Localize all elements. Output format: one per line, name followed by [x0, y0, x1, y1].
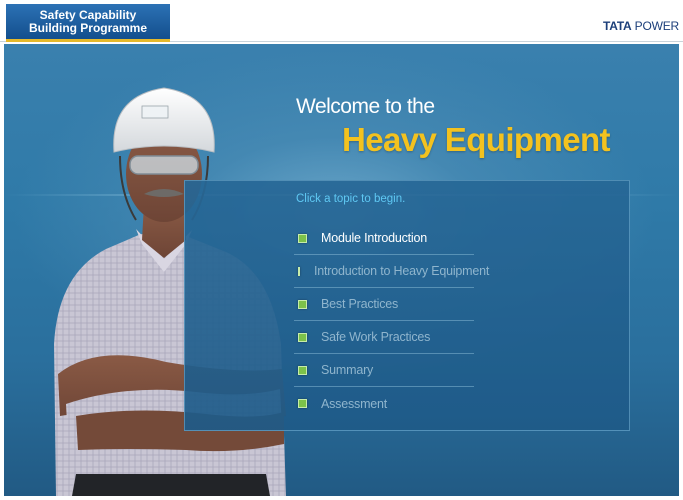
welcome-text: Welcome to the	[296, 95, 435, 118]
square-bullet-icon	[298, 332, 307, 342]
topic-label: Module Introduction	[321, 231, 427, 245]
square-bullet-icon	[298, 299, 307, 309]
topic-label: Assessment	[321, 396, 388, 411]
topic-module-introduction[interactable]: Module Introduction	[294, 222, 474, 255]
square-bullet-icon	[298, 266, 300, 276]
programme-title-line2: Building Programme	[28, 21, 147, 35]
menu-instruction: Click a topic to begin.	[296, 193, 406, 205]
topic-introduction-heavy-equipment[interactable]: Introduction to Heavy Equipment	[294, 255, 489, 288]
topic-best-practices[interactable]: Best Practices	[294, 288, 474, 321]
top-header-bar: Safety Capability Building Programme TAT…	[0, 0, 683, 42]
topic-label: Best Practices	[321, 297, 399, 311]
topic-safe-work-practices[interactable]: Safe Work Practices	[294, 321, 474, 354]
square-bullet-icon	[298, 365, 307, 375]
topic-label: Introduction to Heavy Equipment	[314, 264, 490, 278]
topic-assessment[interactable]: Assessment	[294, 387, 474, 420]
brand-logo: TATA POWER	[603, 19, 679, 33]
square-bullet-icon	[298, 399, 307, 408]
programme-badge: Safety Capability Building Programme	[6, 4, 170, 42]
course-title: Heavy Equipment	[342, 121, 611, 158]
topic-label: Summary	[321, 363, 374, 377]
topic-label: Safe Work Practices	[321, 330, 431, 344]
brand-logo-rest: POWER	[631, 19, 680, 33]
topic-menu: Module Introduction Introduction to Heav…	[294, 222, 489, 420]
square-bullet-icon	[298, 233, 307, 243]
brand-logo-bold: TATA	[603, 19, 632, 33]
topic-summary[interactable]: Summary	[294, 354, 474, 387]
